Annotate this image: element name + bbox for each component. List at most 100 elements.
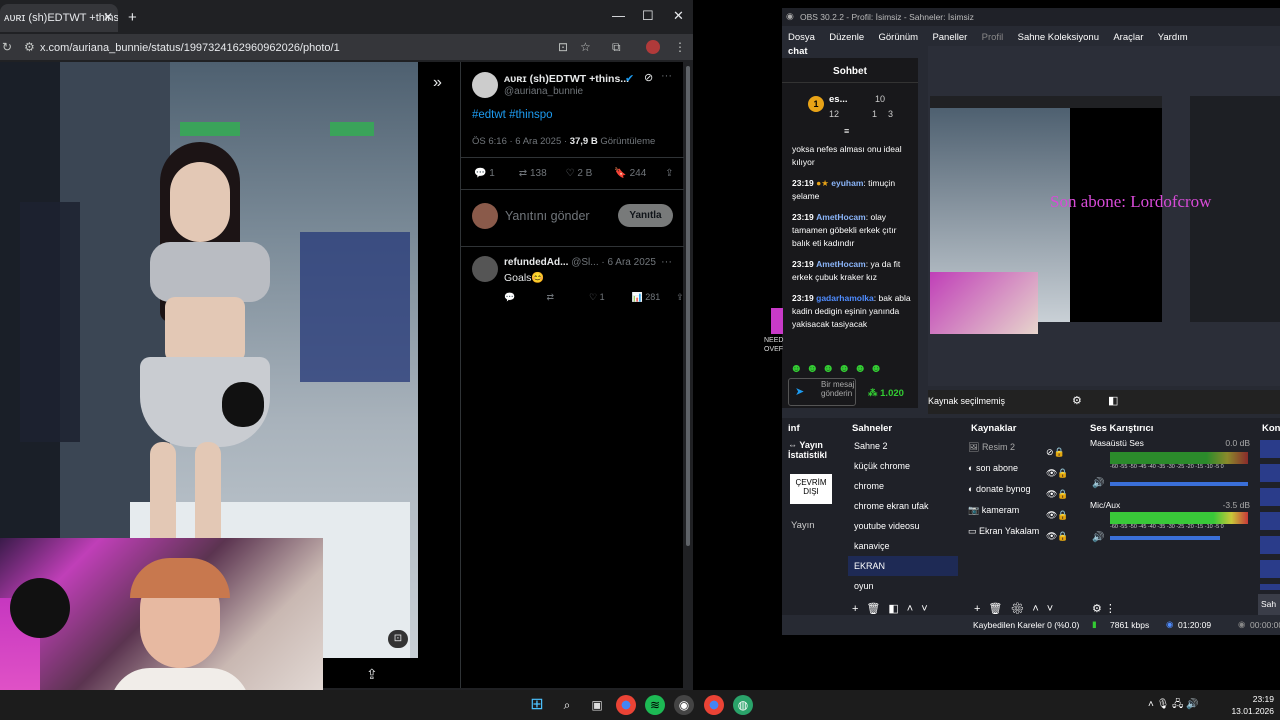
minimize-icon[interactable]: — bbox=[612, 8, 625, 23]
filter-icon[interactable]: ≡ bbox=[844, 126, 849, 136]
author-name[interactable]: ᴀᴜʀɪ (sh)EDTWT +thins... bbox=[504, 73, 634, 85]
source-toolbar-bottom[interactable]: +🗑⚙˄˅ bbox=[974, 602, 1061, 615]
reply-more-icon[interactable]: ··· bbox=[661, 256, 672, 268]
menu-sahne-koleksiyonu[interactable]: Sahne Koleksiyonu bbox=[1018, 32, 1099, 43]
share-icon[interactable]: ⇪ bbox=[366, 666, 378, 683]
alt-text-icon[interactable]: ⊡ bbox=[388, 630, 408, 648]
scene-item[interactable]: chrome ekran ufak bbox=[848, 496, 958, 516]
desktop-shortcut-icon[interactable] bbox=[771, 308, 783, 334]
reply-views[interactable]: 📊 281 bbox=[632, 292, 674, 303]
send-icon[interactable]: ➤ bbox=[795, 385, 804, 398]
reply-action[interactable]: 💬 1 bbox=[474, 168, 516, 179]
control-buttons[interactable] bbox=[1260, 440, 1280, 590]
mixer-channel: Masaüstü Ses 0.0 dB bbox=[1090, 438, 1250, 448]
search-icon[interactable]: ⌕ bbox=[557, 695, 577, 715]
start-icon[interactable]: ⊞ bbox=[527, 695, 547, 715]
more-icon[interactable]: ··· bbox=[661, 70, 672, 82]
menu-yardim[interactable]: Yardım bbox=[1158, 32, 1188, 43]
share-tweet-icon[interactable]: ⇪ bbox=[665, 168, 673, 179]
source-toolbar: Kaynak seçilmemiş ⚙ ◧ bbox=[928, 390, 1280, 414]
emote-row[interactable]: ☻ ☻ ☻ ☻ ☻ ☻ bbox=[790, 361, 882, 375]
message-user[interactable]: eyuham bbox=[831, 178, 863, 188]
preview-area[interactable]: Son abone: Lordofcrow bbox=[928, 46, 1280, 386]
scene-item[interactable]: chrome bbox=[848, 476, 958, 496]
author-avatar[interactable] bbox=[472, 72, 498, 98]
like-action[interactable]: ♡ 2 B bbox=[566, 168, 612, 179]
menu-profil[interactable]: Profil bbox=[982, 32, 1004, 43]
reply-retweet-icon[interactable]: ⇄ bbox=[547, 292, 587, 303]
maximize-icon[interactable]: ☐ bbox=[642, 8, 654, 24]
author-handle[interactable]: @auriana_bunnie bbox=[504, 86, 583, 97]
chrome-icon[interactable] bbox=[616, 695, 636, 715]
stream-stats-tab[interactable]: ⇔ Yayın İstatistikl bbox=[788, 440, 844, 460]
expand-panel-icon[interactable]: » bbox=[433, 74, 442, 92]
reply-avatar[interactable] bbox=[472, 256, 498, 282]
bookmark-star-icon[interactable]: ☆ bbox=[580, 40, 591, 54]
grok-icon[interactable]: ⊘ bbox=[644, 71, 653, 84]
browser-tab[interactable]: ᴀᴜʀɪ (sh)EDTWT +thinspo (@ bbox=[0, 4, 118, 32]
menu-dosya[interactable]: Dosya bbox=[788, 32, 815, 43]
clock[interactable]: 23:19 13.01.2026 bbox=[1222, 693, 1274, 717]
taskbar bbox=[0, 690, 1280, 720]
tweet-panel: ᴀᴜʀɪ (sh)EDTWT +thins... ✔ ⊘ ··· @aurian… bbox=[460, 62, 684, 688]
scene-item[interactable]: Sahne 2 bbox=[848, 436, 958, 456]
source-filter-icon[interactable]: ◧ bbox=[1108, 394, 1118, 407]
close-window-icon[interactable]: ✕ bbox=[673, 8, 684, 24]
scene-item[interactable]: küçük chrome bbox=[848, 456, 958, 476]
source-item[interactable]: ◐ donate bynog bbox=[968, 484, 1044, 505]
message-user[interactable]: gadarhamolka bbox=[816, 293, 874, 303]
app-icon[interactable]: ◍ bbox=[733, 695, 753, 715]
scene-item-selected[interactable]: EKRAN bbox=[848, 556, 958, 576]
menu-dots-icon[interactable]: ⋮ bbox=[674, 40, 686, 54]
new-tab-icon[interactable]: + bbox=[128, 9, 137, 26]
source-settings-icon[interactable]: ⚙ bbox=[1072, 394, 1082, 407]
mixer-settings-icon[interactable]: ⚙ ⋮ bbox=[1092, 602, 1116, 615]
control-button[interactable]: Sah bbox=[1258, 594, 1280, 616]
site-info-icon[interactable]: ⚙ bbox=[24, 40, 35, 54]
extensions-icon[interactable]: ⧉ bbox=[612, 40, 621, 55]
scene-item[interactable]: kanaviçe bbox=[848, 536, 958, 556]
task-view-icon[interactable]: ▣ bbox=[587, 695, 607, 715]
level-meter bbox=[1110, 452, 1248, 464]
bookmark-action[interactable]: 🔖 244 bbox=[614, 168, 662, 179]
volume-slider[interactable] bbox=[1110, 536, 1220, 540]
reply-author-name[interactable]: refundedAd... bbox=[504, 257, 568, 268]
reply-share-icon[interactable]: ⇪ bbox=[676, 292, 684, 302]
chrome-active-icon[interactable] bbox=[704, 695, 724, 715]
menu-gorunum[interactable]: Görünüm bbox=[878, 32, 918, 43]
tweet-hashtags[interactable]: #edtwt #thinspo bbox=[472, 109, 553, 121]
system-tray-icons[interactable]: ˄ 🎙 🖧 🔊 bbox=[1148, 697, 1198, 714]
menu-duzenle[interactable]: Düzenle bbox=[829, 32, 864, 43]
reply-like-action[interactable]: ♡ 1 bbox=[589, 292, 629, 303]
reply-input[interactable]: Yanıtını gönder bbox=[505, 209, 590, 223]
reply-button[interactable]: Yanıtla bbox=[618, 204, 673, 227]
chat-input[interactable]: ➤ Bir mesaj gönderin bbox=[788, 378, 856, 406]
url-field[interactable]: x.com/auriana_bunnie/status/199732416296… bbox=[40, 42, 340, 54]
sources-title: Kaynaklar bbox=[971, 423, 1017, 434]
offline-badge: ÇEVRİM DIŞI bbox=[790, 474, 832, 504]
menu-araclar[interactable]: Araçlar bbox=[1113, 32, 1143, 43]
profile-avatar[interactable] bbox=[646, 40, 660, 54]
speaker-icon[interactable]: 🔊 bbox=[1092, 532, 1104, 543]
menu-paneller[interactable]: Paneller bbox=[932, 32, 967, 43]
scene-toolbar[interactable]: +🗑◧˄˅ bbox=[852, 602, 936, 615]
close-tab-icon[interactable]: ✕ bbox=[103, 10, 113, 24]
channel-points[interactable]: ⁂ 1.020 bbox=[868, 388, 904, 399]
install-icon[interactable]: ⊡ bbox=[558, 40, 568, 54]
scrollbar[interactable] bbox=[684, 62, 692, 682]
speaker-icon[interactable]: 🔊 bbox=[1092, 478, 1104, 489]
reply-reply-icon[interactable]: 💬 bbox=[504, 292, 544, 303]
channel-name: Masaüstü Ses bbox=[1090, 438, 1144, 448]
spotify-icon[interactable]: ≋ bbox=[645, 695, 665, 715]
message-user[interactable]: AmetHocam bbox=[816, 212, 866, 222]
scene-item[interactable]: youtube videosu bbox=[848, 516, 958, 536]
retweet-action[interactable]: ⇄ 138 bbox=[519, 168, 563, 179]
obs-taskbar-icon[interactable]: ◉ bbox=[674, 695, 694, 715]
volume-slider[interactable] bbox=[1110, 482, 1248, 486]
reload-icon[interactable]: ↻ bbox=[2, 40, 12, 54]
message-user[interactable]: AmetHocam bbox=[816, 259, 866, 269]
scene-item[interactable]: oyun bbox=[848, 576, 958, 596]
source-item[interactable]: ▭ Ekran Yakalam bbox=[968, 526, 1050, 547]
bottom-docks: inf ⇔ Yayın İstatistikl ÇEVRİM DIŞI Yayı… bbox=[782, 418, 1280, 618]
visibility-icons[interactable]: ⊘🔒 👁🔒 👁🔒 👁🔒 👁🔒 bbox=[1046, 442, 1069, 547]
